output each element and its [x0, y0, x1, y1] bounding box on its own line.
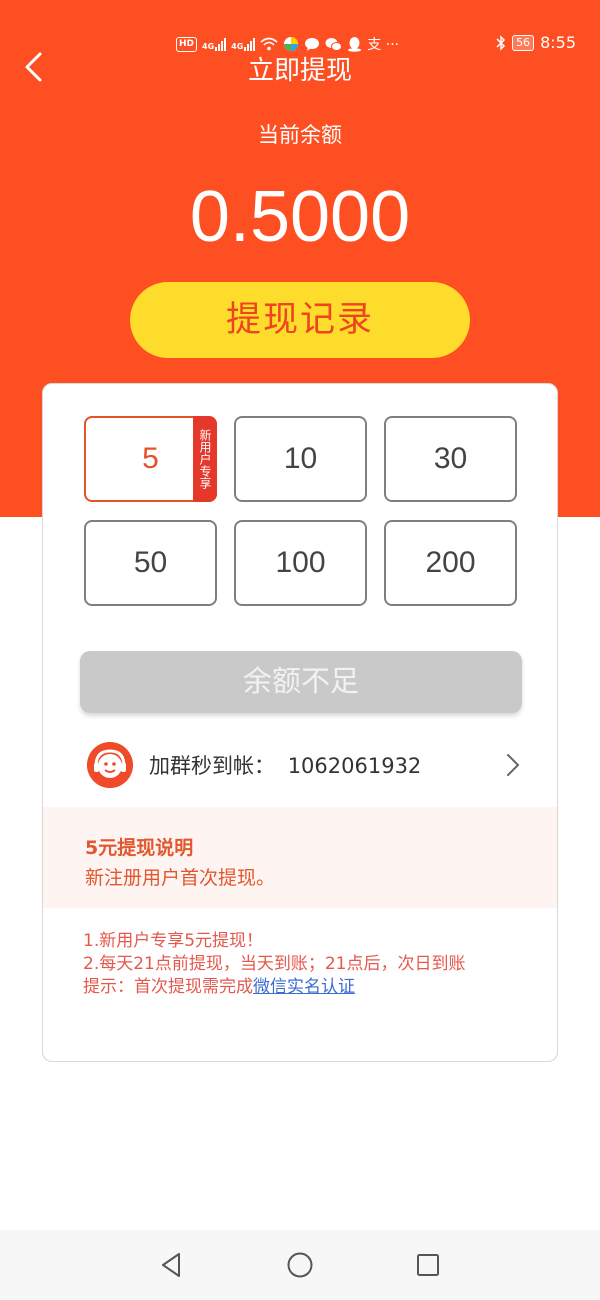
- page-title: 立即提现: [247, 56, 352, 86]
- signal-bars-icon: [244, 37, 256, 51]
- system-nav-bar: [0, 1230, 600, 1300]
- withdraw-description: 5元提现说明 新注册用户首次提现。: [43, 807, 557, 908]
- note-prefix: 提示：首次提现需完成: [83, 977, 253, 997]
- group-info: 加群秒到帐： 1062061932: [149, 750, 421, 780]
- battery-indicator: 56: [512, 34, 535, 51]
- new-user-tag: 新用户专享: [193, 416, 217, 502]
- wifi-icon: [260, 37, 278, 51]
- nav-home-icon[interactable]: [285, 1250, 315, 1280]
- note-line-3: 提示：首次提现需完成微信实名认证: [83, 976, 523, 999]
- customer-service-icon: [87, 742, 133, 788]
- amount-option-30[interactable]: 30: [384, 416, 517, 502]
- amount-option-5[interactable]: 5 新用户专享: [84, 416, 217, 502]
- balance-value: 0.5000: [189, 177, 411, 257]
- bluetooth-icon: [496, 34, 506, 51]
- withdraw-record-button[interactable]: 提现记录: [130, 282, 470, 358]
- withdraw-notes: 1.新用户专享5元提现！ 2.每天21点前提现，当天到账；21点后，次日到账 提…: [83, 930, 523, 999]
- signal-1: 4G: [202, 37, 227, 51]
- description-title: 5元提现说明: [85, 837, 194, 859]
- wechat-verify-link[interactable]: 微信实名认证: [253, 977, 355, 997]
- amount-option-100[interactable]: 100: [234, 520, 367, 606]
- amount-option-10[interactable]: 10: [234, 416, 367, 502]
- withdraw-card: 5 新用户专享 10 30 50 100 200 余额不足 加群秒到帐： 106…: [42, 383, 558, 1062]
- note-line-1: 1.新用户专享5元提现！: [83, 931, 264, 951]
- signal-bars-icon: [215, 37, 227, 51]
- balance-label: 当前余额: [258, 123, 342, 147]
- amount-option-50[interactable]: 50: [84, 520, 217, 606]
- nav-recent-icon[interactable]: [413, 1250, 443, 1280]
- signal-2: 4G: [231, 37, 256, 51]
- nav-back-icon[interactable]: [157, 1250, 187, 1280]
- group-number: 1062061932: [287, 754, 422, 778]
- chevron-right-icon: [507, 754, 520, 776]
- amount-option-200[interactable]: 200: [384, 520, 517, 606]
- insufficient-balance-button[interactable]: 余额不足: [80, 651, 522, 713]
- description-text: 新注册用户首次提现。: [85, 867, 276, 889]
- join-group-row[interactable]: 加群秒到帐： 1062061932: [43, 724, 557, 804]
- note-line-2: 2.每天21点前提现，当天到账；21点后，次日到账: [83, 954, 466, 974]
- group-label: 加群秒到帐：: [149, 754, 275, 778]
- amount-value: 5: [142, 442, 159, 475]
